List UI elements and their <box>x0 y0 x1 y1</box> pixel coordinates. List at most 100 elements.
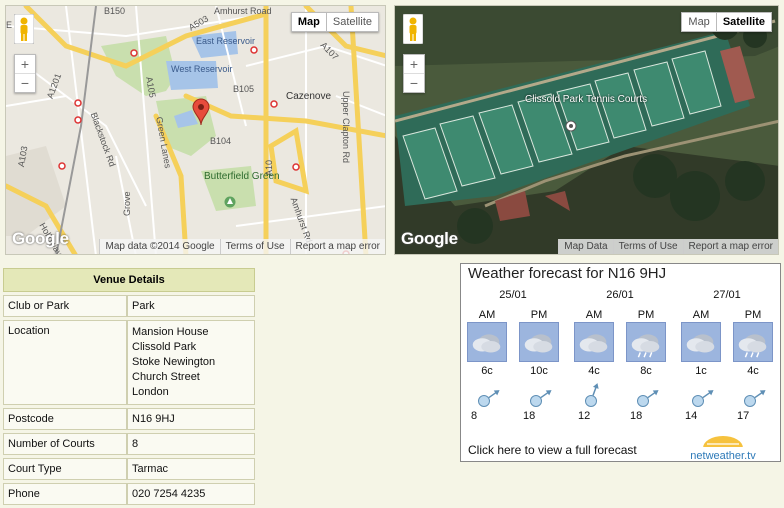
zoom-out-button[interactable]: − <box>404 73 424 92</box>
forecast-temperature: 4c <box>747 365 759 377</box>
map-attribution: Map Data Terms of Use Report a map error <box>558 239 778 254</box>
map-type-control: Map Satellite <box>681 12 772 32</box>
table-row: Location Mansion House Clissold Park Sto… <box>3 320 255 405</box>
map-label-cazenove: Cazenove <box>286 91 332 102</box>
map-label-west-reservoir: West Reservoir <box>171 64 233 74</box>
forecast-day: 25/01 <box>499 289 527 301</box>
venue-key: Location <box>3 320 127 405</box>
venue-value: Tarmac <box>127 458 255 480</box>
wind-direction-icon <box>585 383 599 407</box>
satellite-map[interactable]: Clissold Park Tennis Courts + − Map Sate… <box>394 5 779 255</box>
table-row: Court Type Tarmac <box>3 458 255 480</box>
map-label-b150: B150 <box>104 6 126 16</box>
full-forecast-link[interactable]: Click here to view a full forecast <box>468 443 637 457</box>
terms-of-use-link[interactable]: Terms of Use <box>612 239 683 254</box>
venue-details-header: Venue Details <box>3 268 255 292</box>
cloudy-icon <box>467 322 507 362</box>
venue-details-table: Venue Details Club or Park Park Location… <box>3 265 255 508</box>
map-attribution: Map data ©2014 Google Terms of Use Repor… <box>99 239 385 254</box>
netweather-logo[interactable]: netweather.tv <box>673 434 773 462</box>
forecast-day: 26/01 <box>606 289 634 301</box>
table-row: Club or Park Park <box>3 295 255 317</box>
pegman-icon[interactable] <box>403 14 423 44</box>
forecast-period: PM <box>744 309 762 321</box>
address-line: Mansion House <box>132 326 209 338</box>
forecast-temperature: 1c <box>695 365 707 377</box>
place-marker-icon[interactable] <box>565 120 577 132</box>
satellite-map-canvas[interactable] <box>395 6 779 255</box>
venue-value: 020 7254 4235 <box>127 483 255 505</box>
netweather-logo-text: netweather.tv <box>690 450 756 462</box>
forecast-period: AM <box>585 309 603 321</box>
road-map[interactable]: B150 Amhurst Road A503 East Reservoir We… <box>5 5 386 255</box>
zoom-out-button[interactable]: − <box>15 73 35 92</box>
wind-direction-icon <box>478 390 500 407</box>
address-line: Church Street <box>132 371 200 383</box>
forecast-wind-speed: 17 <box>737 410 750 422</box>
forecast-temperature: 8c <box>640 365 652 377</box>
google-logo[interactable]: Google <box>12 229 69 249</box>
weather-widget[interactable]: Weather forecast for N16 9HJ 25/01 26/01… <box>460 263 781 462</box>
address-line: Stoke Newington <box>132 356 216 368</box>
venue-key: Postcode <box>3 408 127 430</box>
zoom-control: + − <box>403 54 425 93</box>
tennis-courts-label: Clissold Park Tennis Courts <box>525 94 648 105</box>
map-label-b104: B104 <box>210 136 232 146</box>
zoom-in-button[interactable]: + <box>404 55 424 73</box>
map-label-b105: B105 <box>233 84 255 94</box>
map-data-link[interactable]: Map Data <box>558 239 613 254</box>
forecast-period: PM <box>530 309 548 321</box>
wind-direction-icon <box>637 390 659 407</box>
forecast-period: AM <box>478 309 496 321</box>
map-label-butterfield-green: Butterfield Green <box>204 171 280 182</box>
wind-direction-icon <box>530 390 552 407</box>
map-label-edge-e: E <box>6 20 13 30</box>
zoom-in-button[interactable]: + <box>15 55 35 73</box>
venue-address: Mansion House Clissold Park Stoke Newing… <box>127 320 255 405</box>
address-line: Clissold Park <box>132 341 197 353</box>
forecast-temperature: 6c <box>481 365 493 377</box>
map-type-satellite-button[interactable]: Satellite <box>326 12 379 32</box>
table-row: Postcode N16 9HJ <box>3 408 255 430</box>
venue-key: Club or Park <box>3 295 127 317</box>
terms-of-use-link[interactable]: Terms of Use <box>219 239 290 254</box>
wind-direction-icon <box>692 390 714 407</box>
map-data-text: Map data ©2014 Google <box>99 239 220 254</box>
map-type-map-button[interactable]: Map <box>290 12 327 32</box>
forecast-day: 27/01 <box>713 289 741 301</box>
map-type-satellite-button[interactable]: Satellite <box>716 12 772 32</box>
rain-icon <box>733 322 773 362</box>
forecast-wind-speed: 14 <box>685 410 698 422</box>
table-row: Phone 020 7254 4235 <box>3 483 255 505</box>
cloudy-icon <box>681 322 721 362</box>
zoom-control: + − <box>14 54 36 93</box>
forecast-temperature: 10c <box>530 365 548 377</box>
rain-icon <box>626 322 666 362</box>
cloudy-icon <box>519 322 559 362</box>
map-marker-icon[interactable] <box>192 98 210 126</box>
table-row: Number of Courts 8 <box>3 433 255 455</box>
wind-direction-icon <box>744 390 766 407</box>
venue-value: N16 9HJ <box>127 408 255 430</box>
map-type-map-button[interactable]: Map <box>681 12 717 32</box>
forecast-wind-speed: 12 <box>578 410 591 422</box>
pegman-icon[interactable] <box>14 14 34 44</box>
venue-key: Court Type <box>3 458 127 480</box>
venue-value: Park <box>127 295 255 317</box>
cloudy-icon <box>574 322 614 362</box>
map-type-control: Map Satellite <box>290 12 379 32</box>
weather-title: Weather forecast for N16 9HJ <box>468 265 667 282</box>
venue-key: Number of Courts <box>3 433 127 455</box>
google-logo[interactable]: Google <box>401 229 458 249</box>
park-tree-icon <box>224 196 236 208</box>
report-map-error-link[interactable]: Report a map error <box>289 239 385 254</box>
address-line: London <box>132 386 169 398</box>
venue-key: Phone <box>3 483 127 505</box>
report-map-error-link[interactable]: Report a map error <box>682 239 778 254</box>
forecast-period: PM <box>637 309 655 321</box>
map-label-amhurst-road: Amhurst Road <box>214 6 272 16</box>
map-label-grove: Grove <box>122 191 132 216</box>
forecast-wind-speed: 8 <box>471 410 478 422</box>
forecast-wind-speed: 18 <box>630 410 643 422</box>
map-label-east-reservoir: East Reservoir <box>196 36 256 46</box>
